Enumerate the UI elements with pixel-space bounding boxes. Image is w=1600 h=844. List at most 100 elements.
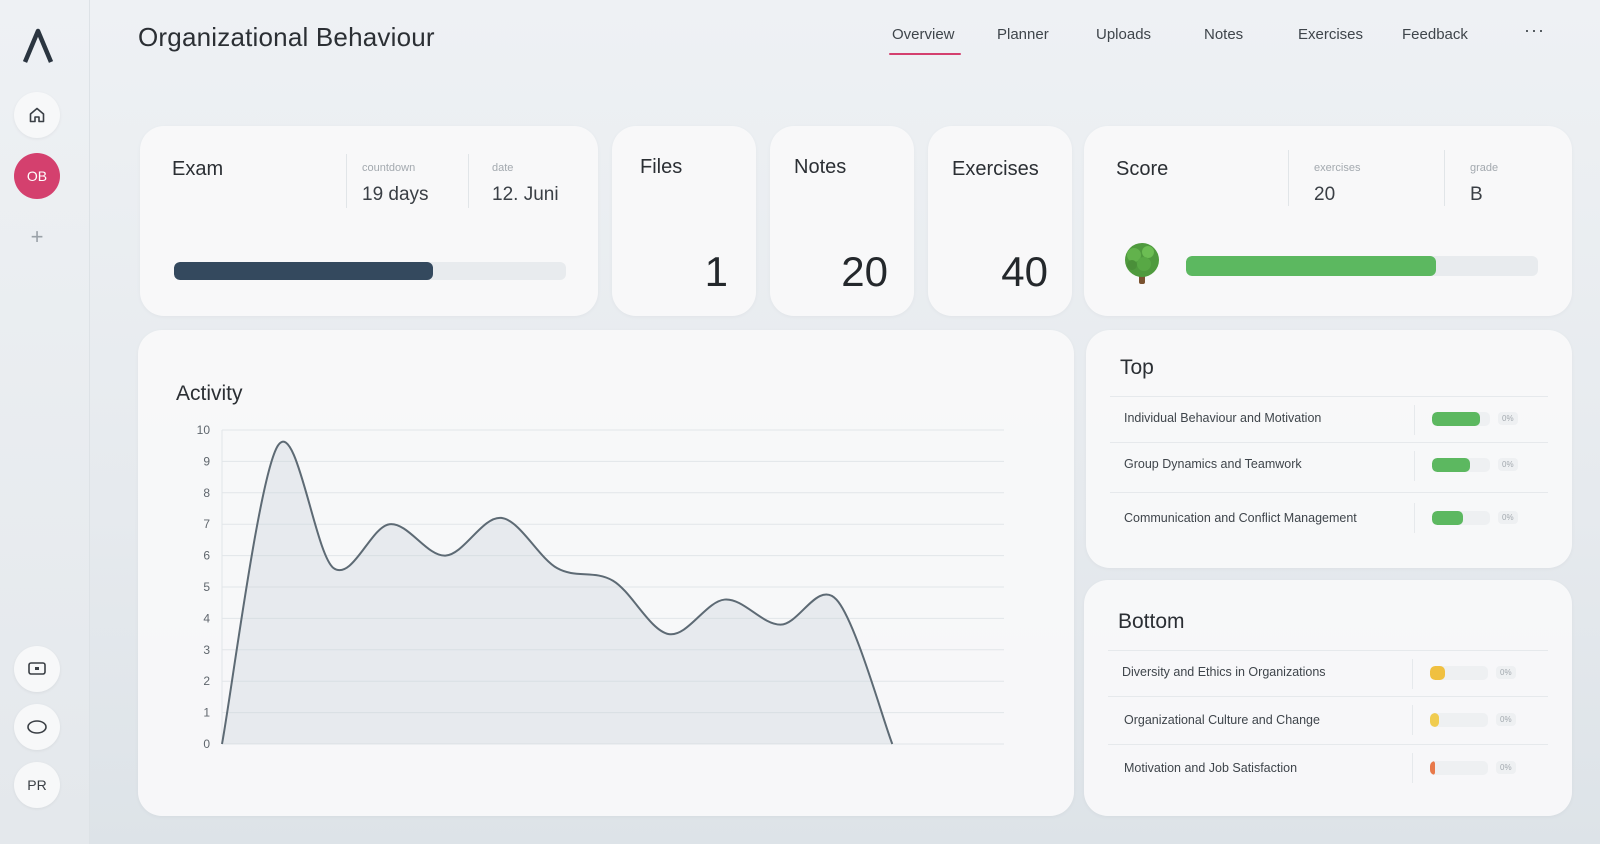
- home-button[interactable]: [14, 92, 60, 138]
- list-item-label: Organizational Culture and Change: [1124, 713, 1320, 727]
- topic-progress-track: [1430, 713, 1488, 727]
- more-menu-button[interactable]: ···: [1524, 20, 1545, 41]
- topic-percent: 0%: [1498, 458, 1518, 471]
- date-value: 12. Juni: [492, 184, 559, 205]
- course-ob-button[interactable]: OB: [14, 153, 60, 199]
- notes-count: 20: [841, 248, 888, 295]
- oval-icon: [27, 720, 47, 734]
- divider: [1412, 705, 1413, 735]
- list-item-label: Diversity and Ethics in Organizations: [1122, 665, 1326, 679]
- exam-progress-track: [174, 262, 566, 280]
- topic-progress-fill: [1432, 511, 1464, 525]
- divider: [1414, 503, 1415, 533]
- tab-planner[interactable]: Planner: [997, 26, 1049, 43]
- bottom-list: Diversity and Ethics in Organizations 0%…: [1108, 650, 1548, 800]
- list-item[interactable]: Motivation and Job Satisfaction 0%: [1108, 744, 1548, 790]
- activity-card: Activity 0 1 2 3 4 5 6 7 8 9 10: [138, 330, 1074, 816]
- files-title: Files: [640, 156, 683, 178]
- y-tick-label: 2: [203, 674, 210, 688]
- date-label: date: [492, 162, 514, 174]
- notes-card[interactable]: Notes 20: [770, 126, 914, 316]
- tab-uploads[interactable]: Uploads: [1096, 26, 1151, 43]
- list-item-label: Communication and Conflict Management: [1124, 511, 1357, 525]
- divider: [1412, 659, 1413, 689]
- countdown-value: 19 days: [362, 184, 429, 205]
- topic-percent: 0%: [1498, 412, 1518, 425]
- exercises-title: Exercises: [952, 158, 1039, 180]
- tab-exercises[interactable]: Exercises: [1298, 26, 1363, 43]
- topic-progress-track: [1432, 458, 1490, 472]
- y-tick-label: 7: [203, 517, 210, 531]
- score-title: Score: [1116, 158, 1169, 180]
- oval-button[interactable]: [14, 704, 60, 750]
- grade-label: grade: [1470, 162, 1499, 174]
- list-item[interactable]: Organizational Culture and Change 0%: [1108, 696, 1548, 742]
- top-card: Top Individual Behaviour and Motivation …: [1086, 330, 1572, 568]
- exercises-value: 20: [1314, 184, 1336, 205]
- topic-progress-track: [1430, 761, 1488, 775]
- y-tick-label: 3: [203, 643, 210, 657]
- sidebar: OB + PR: [0, 0, 90, 844]
- exam-card[interactable]: Exam countdown 19 days date 12. Juni: [140, 126, 598, 316]
- files-card[interactable]: Files 1: [612, 126, 756, 316]
- exam-title: Exam: [172, 158, 224, 180]
- score-progress-track: [1186, 256, 1538, 276]
- y-tick-label: 0: [203, 737, 210, 751]
- exercises-label: exercises: [1314, 162, 1361, 174]
- files-count: 1: [704, 248, 728, 295]
- topic-percent: 0%: [1498, 511, 1518, 524]
- topic-percent: 0%: [1496, 761, 1516, 774]
- list-item[interactable]: Individual Behaviour and Motivation 0%: [1110, 396, 1548, 442]
- topic-progress-fill: [1432, 412, 1480, 426]
- tree-icon: [1125, 243, 1159, 284]
- list-item[interactable]: Communication and Conflict Management 0%: [1110, 492, 1548, 544]
- divider: [1414, 405, 1415, 435]
- divider: [1444, 150, 1445, 206]
- list-item[interactable]: Diversity and Ethics in Organizations 0%: [1108, 650, 1548, 696]
- divider: [1412, 753, 1413, 783]
- y-tick-label: 6: [203, 549, 210, 563]
- screen-button[interactable]: [14, 646, 60, 692]
- topic-progress-fill: [1430, 666, 1446, 680]
- topic-progress-fill: [1432, 458, 1471, 472]
- score-card[interactable]: Score exercises 20 grade B: [1084, 126, 1572, 316]
- y-tick-label: 1: [203, 706, 210, 720]
- exercises-card[interactable]: Exercises 40: [928, 126, 1072, 316]
- add-course-button[interactable]: +: [14, 214, 60, 260]
- list-item-label: Individual Behaviour and Motivation: [1124, 411, 1322, 425]
- activity-area: [222, 441, 893, 744]
- y-tick-label: 5: [203, 580, 210, 594]
- topic-progress-fill: [1430, 761, 1435, 775]
- divider: [1288, 150, 1289, 206]
- tab-feedback[interactable]: Feedback: [1402, 26, 1468, 43]
- profile-initials: PR: [27, 777, 47, 793]
- notes-title: Notes: [794, 156, 847, 178]
- top-title: Top: [1120, 356, 1154, 379]
- topic-progress-track: [1432, 412, 1490, 426]
- topic-progress-track: [1430, 666, 1488, 680]
- y-tick-label: 10: [197, 423, 211, 437]
- y-tick-label: 4: [203, 611, 210, 625]
- divider: [346, 154, 347, 208]
- exam-progress-fill: [174, 262, 433, 280]
- app-logo-icon[interactable]: [22, 28, 54, 64]
- course-ob-label: OB: [26, 168, 48, 184]
- list-item[interactable]: Group Dynamics and Teamwork 0%: [1110, 442, 1548, 488]
- countdown-label: countdown: [362, 162, 416, 174]
- exercises-count: 40: [1001, 248, 1048, 295]
- topic-progress-fill: [1430, 713, 1440, 727]
- activity-chart: 0 1 2 3 4 5 6 7 8 9 10: [197, 423, 1004, 751]
- tab-notes[interactable]: Notes: [1204, 26, 1243, 43]
- divider: [468, 154, 469, 208]
- list-item-label: Group Dynamics and Teamwork: [1124, 457, 1302, 471]
- topic-percent: 0%: [1496, 666, 1516, 679]
- y-tick-label: 9: [203, 454, 210, 468]
- page-title: Organizational Behaviour: [138, 22, 435, 52]
- bottom-title: Bottom: [1118, 610, 1185, 633]
- tab-overview[interactable]: Overview: [889, 26, 960, 55]
- plus-icon: +: [30, 224, 44, 249]
- profile-button[interactable]: PR: [14, 762, 60, 808]
- list-item-label: Motivation and Job Satisfaction: [1124, 761, 1298, 775]
- home-icon: [29, 107, 45, 123]
- divider: [1414, 451, 1415, 481]
